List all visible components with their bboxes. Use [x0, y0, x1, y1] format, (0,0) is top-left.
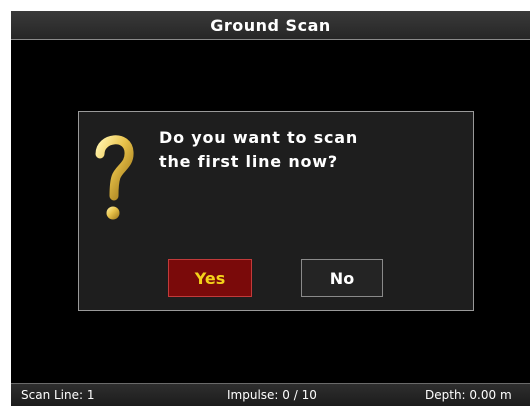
dialog-message: Do you want to scan the first line now?: [159, 128, 359, 171]
scan-line-status: Scan Line: 1: [21, 388, 95, 402]
title-bar: Ground Scan: [11, 11, 530, 40]
window-title: Ground Scan: [210, 15, 331, 35]
impulse-status: Impulse: 0 / 10: [227, 388, 317, 402]
question-mark-icon: [95, 135, 134, 220]
no-button[interactable]: No: [301, 259, 383, 297]
depth-status: Depth: 0.00 m: [425, 388, 512, 402]
confirm-dialog: Do you want to scan the first line now? …: [78, 111, 474, 311]
no-button-label: No: [329, 268, 355, 288]
device-screen: Ground Scan Do you want to scan the firs…: [11, 11, 530, 406]
yes-button-label: Yes: [194, 268, 226, 288]
yes-button[interactable]: Yes: [168, 259, 252, 297]
status-bar: Scan Line: 1 Impulse: 0 / 10 Depth: 0.00…: [11, 383, 530, 406]
